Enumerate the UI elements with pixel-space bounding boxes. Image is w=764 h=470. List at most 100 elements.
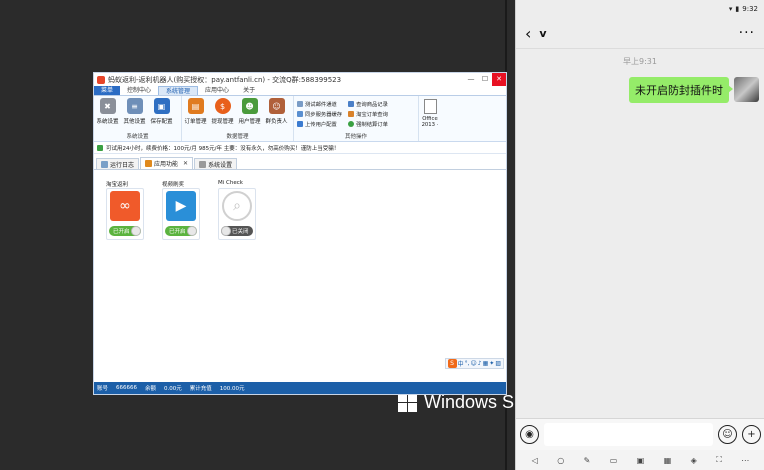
mail-icon — [297, 100, 303, 107]
order-icon: ▤ — [187, 98, 204, 114]
phone-panel: ▾ ▮ 9:32 ‹ v ··· 早上9:31 未开启防封插件时 ◉ ☺ + ◁… — [515, 0, 764, 470]
tab-app-functions[interactable]: 应用功能 ✕ — [140, 157, 194, 169]
apps-icon — [145, 160, 153, 167]
nav-edit-icon[interactable]: ✎ — [584, 456, 591, 465]
tab-close-icon[interactable]: ✕ — [183, 160, 188, 167]
log-icon — [101, 160, 108, 168]
ime-lang[interactable]: 中 — [458, 359, 464, 368]
office-icon — [423, 99, 437, 114]
order-manage-button[interactable]: ▤ 订单管理 — [182, 98, 209, 133]
toolbox-icon[interactable]: ▨ — [495, 360, 501, 367]
group-label-data: 数据管理 — [226, 134, 249, 140]
emoji-icon[interactable]: ☺ — [718, 425, 737, 444]
plus-icon[interactable]: + — [742, 425, 761, 444]
group-owner-button[interactable]: ☺ 群负责人 — [263, 98, 290, 133]
wrench-icon: ✖ — [99, 98, 116, 114]
maximize-button[interactable]: ☐ — [478, 73, 492, 86]
card-title: 视频刷奖 — [162, 182, 185, 188]
message-row: 未开启防封插件时 — [629, 77, 759, 103]
sync-cache-item[interactable]: 同步服务器缓存 — [297, 109, 342, 118]
chat-header: ‹ v ··· — [516, 18, 764, 48]
app-card-micheck: Mi Check ⌕ 已关闭 — [218, 180, 256, 240]
nav-fullscreen-icon[interactable]: ⛶ — [716, 455, 722, 465]
upload-config-item[interactable]: 上传用户配置 — [297, 119, 342, 128]
taobao-order-item[interactable]: 淘宝订单查询 — [348, 109, 388, 118]
keyboard-icon[interactable]: ▦ — [483, 360, 489, 367]
withdraw-manage-button[interactable]: $ 提现管理 — [209, 98, 236, 133]
group-data-manage: ▤ 订单管理 $ 提现管理 ☻ 用户管理 ☺ 群负责人 数据管理 — [182, 96, 294, 141]
menu-app-center[interactable]: 应用中心 — [198, 86, 236, 95]
toggle-switch[interactable]: 已开启 — [165, 226, 197, 236]
toggle-switch[interactable]: 已关闭 — [221, 226, 253, 236]
menu-main[interactable]: 菜单 — [94, 86, 121, 95]
app-window: 蚂蚁返利-返利机器人(购买授权：pay.antfanli.cn) - 交流Q群:… — [93, 72, 507, 395]
taobao-icon[interactable]: ∞ — [110, 191, 140, 221]
ime-toolbar[interactable]: S 中 °, ☺ ♪ ▦ ✦ ▨ — [444, 358, 504, 369]
other-settings-button[interactable]: ≡ 其他设置 — [121, 98, 148, 133]
minimize-button[interactable]: — — [464, 73, 478, 86]
chat-name: v — [539, 26, 547, 40]
window-title: 蚂蚁返利-返利机器人(购买授权：pay.antfanli.cn) - 交流Q群:… — [108, 75, 342, 84]
settle-icon — [348, 120, 355, 127]
menu-about[interactable]: 关于 — [236, 86, 262, 95]
message-bubble[interactable]: 未开启防封插件时 — [629, 77, 733, 103]
nav-back-icon[interactable]: ◁ — [532, 456, 538, 465]
test-mail-item[interactable]: 测试邮件通道 — [297, 99, 342, 108]
menu-bar: 菜单 控制中心 系统管理 应用中心 关于 — [94, 86, 506, 96]
emoji-icon[interactable]: ☺ — [471, 360, 477, 367]
system-settings-button[interactable]: ✖ 系统设置 — [94, 98, 121, 133]
back-icon[interactable]: ‹ — [525, 24, 531, 43]
phone-nav-bar: ◁ ○ ✎ ▭ ▣ ▦ ◈ ⛶ ⋯ — [516, 450, 764, 470]
nav-game-icon[interactable]: ◈ — [691, 456, 697, 465]
battery-icon: ▮ — [735, 5, 740, 13]
close-button[interactable]: ✕ — [492, 73, 506, 86]
skin-icon[interactable]: ✦ — [489, 360, 494, 367]
signal-icon: ▾ — [728, 5, 733, 13]
nav-keyboard-icon[interactable]: ▦ — [664, 456, 672, 465]
info-text: 可试用24小时，续费价格：100元/月 985元/年 主要：没有永久，勿高价购买… — [106, 145, 340, 152]
menu-system-manage[interactable]: 系统管理 — [158, 86, 199, 95]
nav-screenshot-icon[interactable]: ▭ — [610, 456, 618, 465]
phone-status-bar: ▾ ▮ 9:32 — [516, 0, 764, 18]
query-goods-item[interactable]: 查询商品记录 — [348, 99, 388, 108]
group-label-other: 其他操作 — [344, 134, 367, 140]
title-bar[interactable]: 蚂蚁返利-返利机器人(购买授权：pay.antfanli.cn) - 交流Q群:… — [94, 73, 506, 86]
tab-run-log[interactable]: 运行日志 — [96, 158, 140, 169]
message-input[interactable] — [544, 423, 713, 446]
more-icon[interactable]: ··· — [739, 25, 755, 41]
force-settle-item[interactable]: 强制结算订单 — [348, 119, 388, 128]
nav-home-icon[interactable]: ○ — [557, 456, 564, 465]
mic-icon[interactable]: ♪ — [478, 360, 482, 367]
avatar[interactable] — [734, 77, 759, 102]
punct-icon[interactable]: °, — [465, 360, 470, 367]
check-icon[interactable]: ⌕ — [222, 191, 252, 221]
save-icon: ▣ — [153, 98, 170, 114]
person-icon: ☺ — [268, 98, 285, 114]
balance-value: 0.00元 — [164, 386, 182, 392]
balance-label: 余额 — [145, 386, 157, 392]
windows-text: Windows S — [424, 392, 515, 412]
ribbon: ✖ 系统设置 ≡ 其他设置 ▣ 保存配置 系统设置 ▤ 订单管理 $ 提现管理 … — [94, 96, 506, 142]
group-system-settings: ✖ 系统设置 ≡ 其他设置 ▣ 保存配置 系统设置 — [94, 96, 182, 141]
group-label-system: 系统设置 — [126, 134, 149, 140]
video-icon[interactable]: ▶ — [166, 191, 196, 221]
toggle-switch[interactable]: 已开启 — [109, 226, 141, 236]
voice-icon[interactable]: ◉ — [520, 425, 539, 444]
recharge-value: 100.00元 — [219, 386, 245, 392]
settings-icon — [199, 160, 207, 168]
office-theme-button[interactable]: Office 2013 · — [419, 96, 441, 141]
nav-more-icon[interactable]: ⋯ — [741, 456, 749, 465]
nav-toolbox-icon[interactable]: ▣ — [637, 456, 645, 465]
save-config-button[interactable]: ▣ 保存配置 — [148, 98, 175, 133]
app-logo-icon — [97, 75, 105, 84]
header-divider — [516, 48, 764, 49]
toggle-knob — [221, 226, 231, 236]
status-bar: 账号 666666 余额 0.00元 累计充值 100.00元 — [94, 382, 506, 394]
tab-system-settings[interactable]: 系统设置 — [194, 158, 238, 169]
recharge-label: 累计充值 — [189, 386, 212, 392]
app-card-video: 视频刷奖 ▶ 已开启 — [162, 180, 200, 240]
toggle-knob — [187, 226, 197, 236]
menu-control-center[interactable]: 控制中心 — [120, 86, 158, 95]
other-ops-list-b: 查询商品记录 淘宝订单查询 强制结算订单 — [345, 98, 391, 133]
user-manage-button[interactable]: ☻ 用户管理 — [236, 98, 263, 133]
